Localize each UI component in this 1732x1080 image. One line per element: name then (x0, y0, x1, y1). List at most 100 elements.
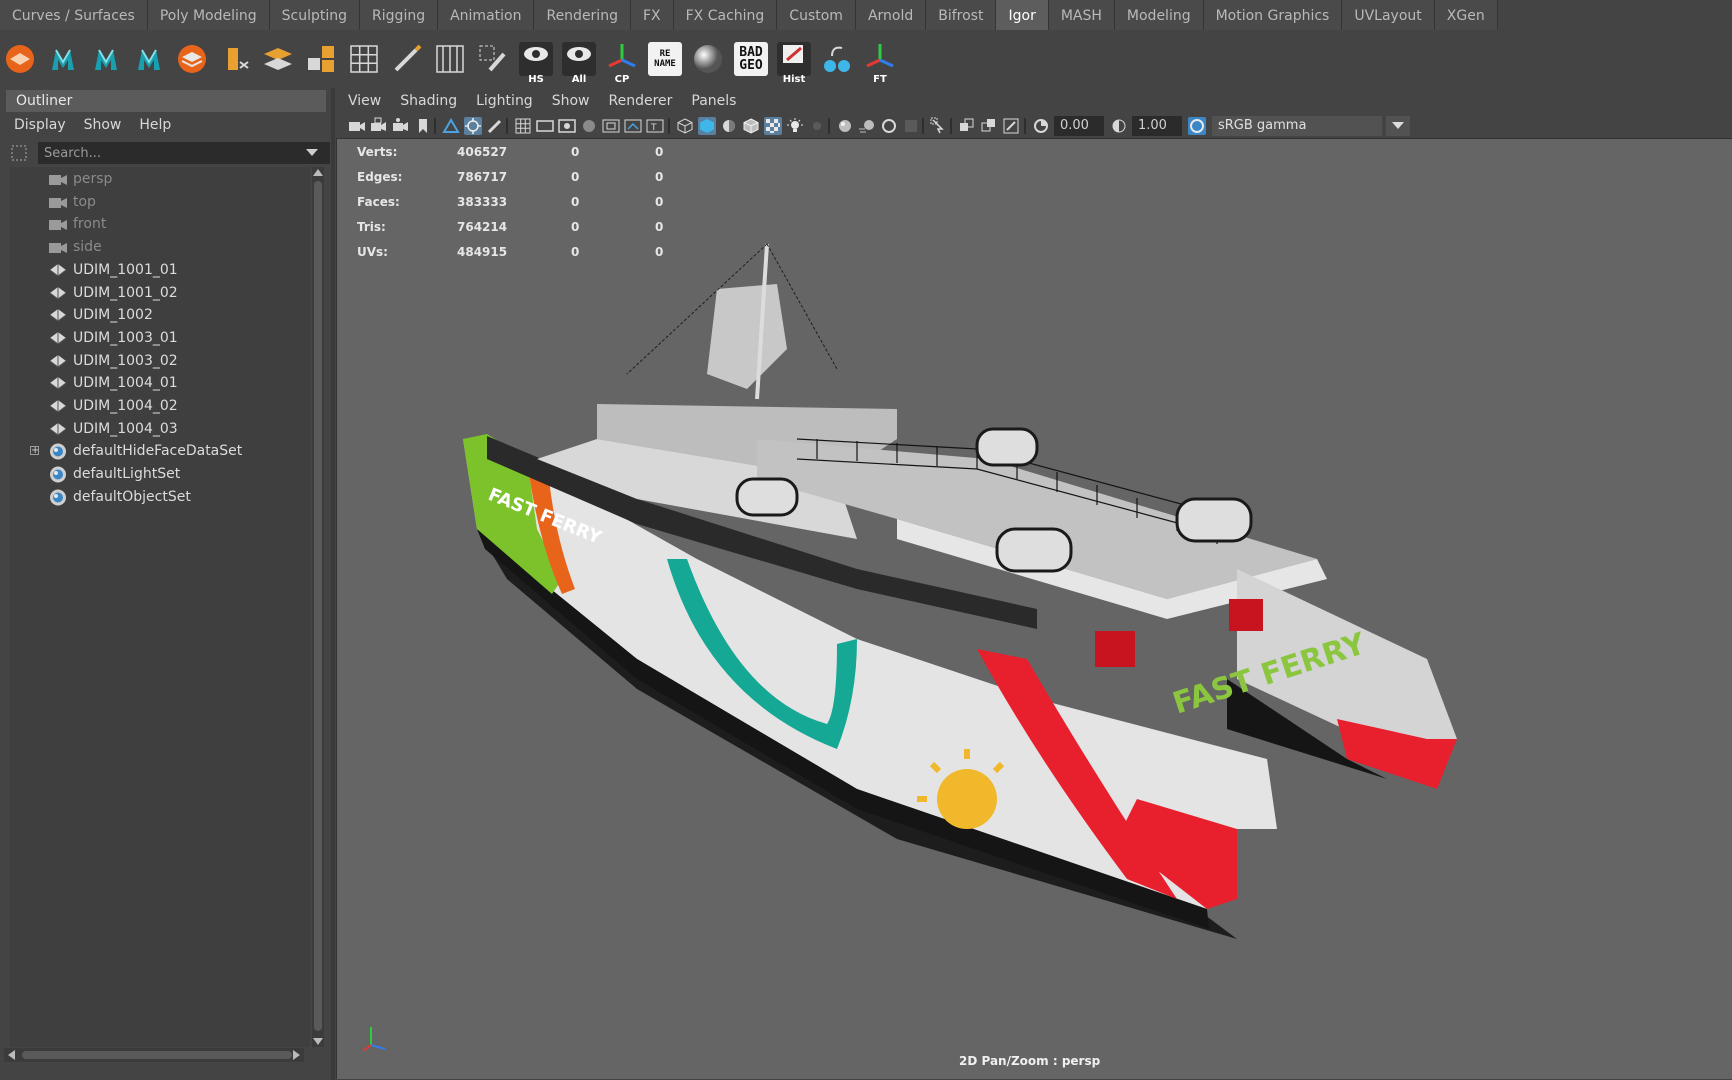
viewport-menu-panels[interactable]: Panels (691, 90, 736, 112)
shadows-icon[interactable] (808, 117, 826, 135)
scroll-down-arrow-icon[interactable] (313, 1038, 323, 1045)
shelf-button[interactable] (88, 39, 124, 79)
xray-joints-icon[interactable] (1002, 117, 1020, 135)
outliner-title[interactable]: Outliner (6, 90, 326, 112)
xray-active-components-icon[interactable] (980, 117, 998, 135)
shelf-button[interactable] (174, 39, 210, 79)
outliner-item[interactable]: UDIM_1002 (10, 303, 310, 328)
shelf-tab[interactable]: Curves / Surfaces (0, 0, 148, 30)
shelf-button[interactable] (217, 39, 253, 79)
outliner-item[interactable]: UDIM_1004_01 (10, 371, 310, 396)
resolution-gate-icon[interactable] (558, 117, 576, 135)
outliner-horizontal-scrollbar[interactable] (4, 1048, 304, 1062)
xray-icon[interactable] (958, 117, 976, 135)
outliner-item[interactable]: UDIM_1001_02 (10, 281, 310, 306)
chevron-down-icon[interactable] (1386, 116, 1410, 136)
smooth-shade-icon[interactable] (698, 117, 716, 135)
2d-pan-zoom-icon[interactable] (464, 117, 482, 135)
shelf-tab[interactable]: FX (630, 0, 674, 30)
outliner-item[interactable]: UDIM_1003_02 (10, 349, 310, 374)
ferry-model[interactable]: FAST FERRY FAST FERRY (337, 139, 1732, 1079)
outliner-item[interactable]: front (10, 212, 310, 237)
shelf-tab[interactable]: Custom (777, 0, 856, 30)
expand-icon[interactable]: + (30, 446, 39, 456)
viewport-menu-lighting[interactable]: Lighting (476, 90, 533, 112)
outliner-item[interactable]: UDIM_1004_03 (10, 417, 310, 442)
viewport-menu-show[interactable]: Show (552, 90, 590, 112)
shelf-tab[interactable]: Poly Modeling (147, 0, 270, 30)
shelf-button[interactable] (303, 39, 339, 79)
shelf-button[interactable] (346, 39, 382, 79)
screen-space-ao-icon[interactable] (836, 117, 854, 135)
shelf-tab[interactable]: Bifrost (926, 0, 997, 30)
scroll-up-arrow-icon[interactable] (313, 169, 323, 176)
shelf-tab[interactable]: Arnold (855, 0, 927, 30)
shelf-button[interactable] (131, 39, 167, 79)
shelf-button[interactable] (475, 39, 511, 79)
bookmark-icon[interactable] (414, 117, 432, 135)
scrollbar-thumb[interactable] (314, 181, 322, 1031)
color-management-icon[interactable] (1188, 117, 1206, 135)
viewport-menu-view[interactable]: View (348, 90, 381, 112)
outliner-menu-display[interactable]: Display (14, 114, 66, 136)
view-transform-dropdown[interactable]: sRGB gamma (1212, 116, 1382, 136)
grease-pencil-icon[interactable] (486, 117, 504, 135)
isolate-select-icon[interactable] (930, 117, 948, 135)
use-all-lights-icon[interactable] (786, 117, 804, 135)
shelf-button[interactable]: RE NAME (647, 39, 683, 79)
outliner-item[interactable]: UDIM_1003_01 (10, 326, 310, 351)
panel-splitter[interactable] (331, 88, 335, 1080)
shelf-button[interactable] (690, 39, 726, 79)
shelf-button[interactable] (389, 39, 425, 79)
outliner-item[interactable]: persp (10, 167, 310, 192)
outliner-item[interactable]: defaultLightSet (10, 462, 310, 487)
shelf-button[interactable]: HS (518, 39, 554, 85)
exposure-icon[interactable] (1032, 117, 1050, 135)
outliner-item[interactable]: + defaultHideFaceDataSet (10, 439, 310, 464)
shelf-tab[interactable]: Modeling (1114, 0, 1204, 30)
shelf-button[interactable]: BAD GEO (733, 39, 769, 79)
shelf-button[interactable] (260, 39, 296, 79)
viewport-canvas[interactable]: FAST FERRY FAST FERRY Verts: 406527 0 0 Edge… (336, 138, 1732, 1079)
anti-aliasing-icon[interactable] (880, 117, 898, 135)
depth-of-field-icon[interactable] (902, 117, 920, 135)
shelf-tab[interactable]: XGen (1434, 0, 1498, 30)
exposure-field[interactable]: 0.00 (1054, 116, 1104, 136)
shelf-button[interactable] (819, 39, 855, 79)
safe-action-icon[interactable] (624, 117, 642, 135)
scrollbar-thumb[interactable] (22, 1051, 292, 1059)
grid-icon[interactable] (514, 117, 532, 135)
shelf-tab[interactable]: Motion Graphics (1203, 0, 1343, 30)
outliner-menu-show[interactable]: Show (84, 114, 122, 136)
outliner-search-input[interactable] (38, 142, 330, 164)
lock-camera-icon[interactable] (370, 117, 388, 135)
outliner-item[interactable]: UDIM_1004_02 (10, 394, 310, 419)
safe-title-icon[interactable]: T (646, 117, 664, 135)
gamma-field[interactable]: 1.00 (1132, 116, 1182, 136)
shelf-button[interactable]: CP (604, 39, 640, 85)
shelf-tab[interactable]: Rendering (534, 0, 631, 30)
image-plane-icon[interactable] (442, 117, 460, 135)
shelf-button[interactable] (45, 39, 81, 79)
shelf-tab[interactable]: MASH (1048, 0, 1115, 30)
default-material-icon[interactable] (720, 117, 738, 135)
outliner-item[interactable]: side (10, 235, 310, 260)
shelf-tab[interactable]: UVLayout (1342, 0, 1435, 30)
scroll-left-arrow-icon[interactable] (8, 1050, 15, 1060)
shelf-button[interactable]: All (561, 39, 597, 85)
shelf-tab[interactable]: Rigging (360, 0, 439, 30)
search-dropdown-icon[interactable] (306, 149, 318, 156)
viewport-menu-renderer[interactable]: Renderer (608, 90, 672, 112)
gate-mask-icon[interactable] (580, 117, 598, 135)
wireframe-on-shaded-icon[interactable] (742, 117, 760, 135)
shelf-button[interactable] (432, 39, 468, 79)
camera-attributes-icon[interactable] (392, 117, 410, 135)
outliner-item[interactable]: top (10, 190, 310, 215)
gamma-icon[interactable] (1110, 117, 1128, 135)
shelf-tab[interactable]: Animation (438, 0, 535, 30)
film-gate-icon[interactable] (536, 117, 554, 135)
outliner-vertical-scrollbar[interactable] (312, 167, 324, 1047)
filter-icon[interactable] (10, 144, 28, 162)
field-chart-icon[interactable] (602, 117, 620, 135)
shelf-button[interactable]: FT (862, 39, 898, 85)
